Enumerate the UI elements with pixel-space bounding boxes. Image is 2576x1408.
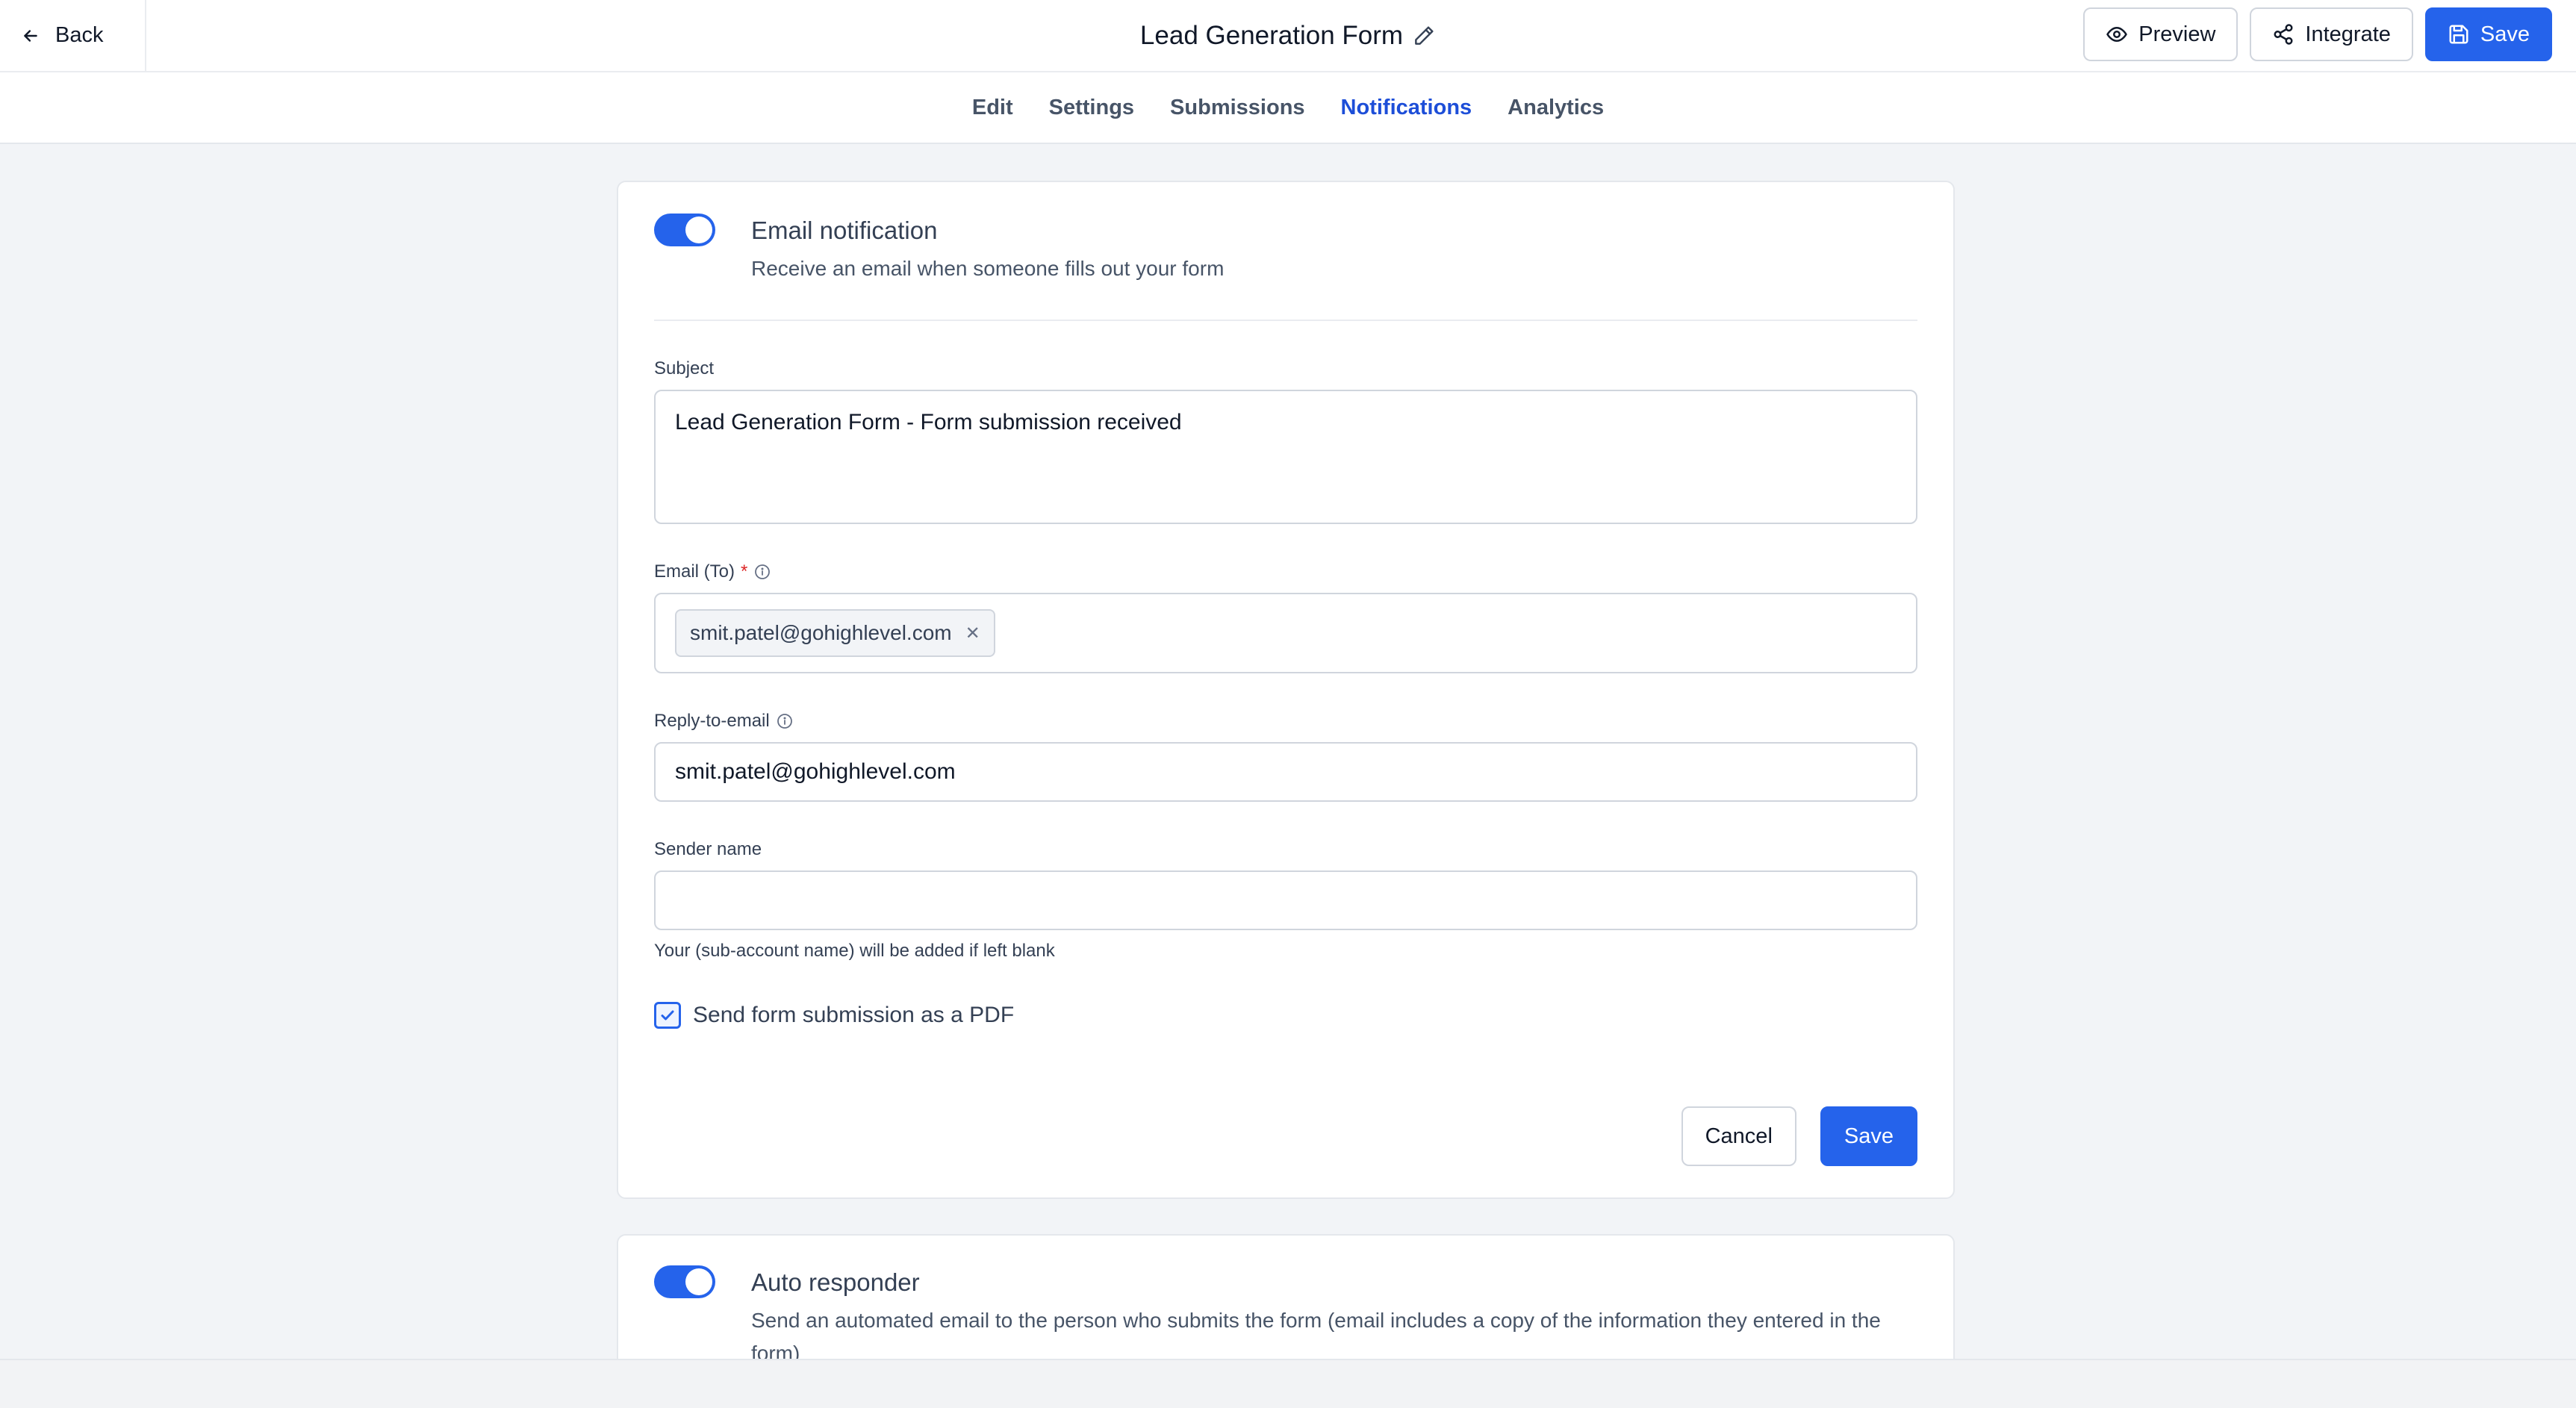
arrow-left-icon — [24, 29, 37, 42]
header-save-label: Save — [2480, 22, 2530, 46]
tab-submissions[interactable]: Submissions — [1170, 96, 1305, 120]
preview-label: Preview — [2138, 22, 2216, 46]
auto-responder-toggle[interactable] — [654, 1265, 715, 1298]
back-button[interactable]: Back — [0, 0, 146, 71]
sender-name-label: Sender name — [654, 839, 762, 860]
sender-name-label-text: Sender name — [654, 839, 762, 859]
email-notification-title: Email notification — [751, 217, 938, 244]
remove-chip-close-icon[interactable]: ✕ — [965, 623, 980, 644]
form-title[interactable]: Lead Generation Form — [1140, 21, 1403, 51]
required-asterisk: * — [741, 561, 748, 582]
subject-label-text: Subject — [654, 358, 715, 379]
email-notification-card: Email notification Receive an email when… — [617, 181, 1955, 1199]
bottom-strip — [0, 1359, 2576, 1408]
subject-label: Subject — [654, 358, 714, 379]
send-pdf-label[interactable]: Send form submission as a PDF — [693, 1003, 1014, 1028]
sender-name-hint: Your (sub-account name) will be added if… — [654, 941, 1055, 961]
reply-to-input[interactable] — [675, 759, 1897, 785]
email-to-label-text: Email (To) — [654, 561, 735, 582]
email-notification-description: Receive an email when someone fills out … — [751, 257, 1225, 280]
back-label: Back — [55, 23, 104, 47]
info-icon[interactable] — [776, 712, 794, 730]
integrate-button[interactable]: Integrate — [2250, 7, 2413, 61]
info-icon[interactable] — [753, 563, 771, 581]
email-notification-toggle[interactable] — [654, 214, 715, 246]
preview-button[interactable]: Preview — [2083, 7, 2239, 61]
email-chip: smit.patel@gohighlevel.com ✕ — [675, 609, 995, 657]
subject-field[interactable]: Lead Generation Form - Form submission r… — [654, 390, 1917, 524]
checkmark-icon — [661, 1010, 674, 1021]
tab-analytics[interactable]: Analytics — [1508, 96, 1604, 120]
email-to-label: Email (To) * — [654, 561, 771, 582]
reply-to-label-text: Reply-to-email — [654, 711, 770, 731]
share-icon — [2274, 24, 2293, 45]
tab-settings[interactable]: Settings — [1049, 96, 1134, 120]
toggle-knob — [685, 217, 712, 243]
send-pdf-row: Send form submission as a PDF — [654, 1002, 1014, 1029]
save-button[interactable]: Save — [1820, 1106, 1917, 1166]
toggle-knob — [685, 1268, 712, 1295]
tab-notifications[interactable]: Notifications — [1341, 96, 1472, 120]
send-pdf-checkbox[interactable] — [654, 1002, 681, 1029]
reply-to-label: Reply-to-email — [654, 711, 794, 732]
edit-title-pencil-icon[interactable] — [1412, 24, 1436, 48]
sender-name-field[interactable] — [654, 870, 1917, 930]
header-save-button[interactable]: Save — [2424, 7, 2552, 61]
save-icon — [2449, 25, 2468, 44]
divider — [654, 320, 1917, 321]
subject-input[interactable]: Lead Generation Form - Form submission r… — [675, 408, 1897, 505]
email-to-field[interactable]: smit.patel@gohighlevel.com ✕ — [654, 593, 1917, 673]
auto-responder-title: Auto responder — [751, 1268, 920, 1296]
sender-name-input[interactable] — [675, 888, 1897, 913]
tab-bar: Edit Settings Submissions Notifications … — [0, 72, 2576, 144]
cancel-button[interactable]: Cancel — [1681, 1106, 1796, 1166]
eye-icon — [2106, 27, 2127, 42]
email-chip-label: smit.patel@gohighlevel.com — [690, 621, 952, 644]
tab-edit[interactable]: Edit — [972, 96, 1013, 120]
reply-to-field[interactable] — [654, 742, 1917, 802]
top-header: Back Lead Generation Form Preview Integr… — [0, 0, 2576, 72]
integrate-label: Integrate — [2305, 22, 2391, 46]
